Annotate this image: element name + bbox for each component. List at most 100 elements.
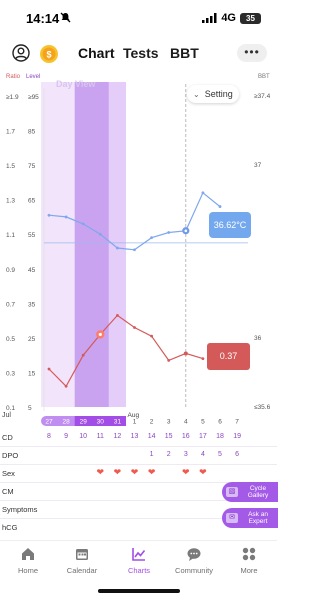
setting-button[interactable]: ⌄ Setting bbox=[187, 85, 239, 103]
bbt-data-point bbox=[81, 222, 85, 226]
dpo-cell: 6 bbox=[235, 451, 240, 458]
user-circle-icon[interactable] bbox=[12, 44, 30, 62]
nav-community-label: Community bbox=[175, 566, 213, 575]
level-tick-label: 15 bbox=[28, 370, 36, 377]
coin-icon[interactable]: $ bbox=[39, 44, 59, 64]
x-tick-label: 7 bbox=[235, 419, 239, 426]
row-label-symptoms: Symptoms bbox=[2, 505, 38, 514]
x-tick-label: 29 bbox=[80, 419, 88, 426]
battery-icon: 35 bbox=[240, 12, 261, 24]
ask-expert-button[interactable]: ✉ Ask an Expert bbox=[222, 508, 278, 528]
ratio-axis-title: Ratio bbox=[6, 74, 21, 80]
cd-cell: 16 bbox=[181, 433, 190, 440]
bbt-data-point bbox=[116, 246, 119, 250]
dpo-cell: 1 bbox=[149, 451, 154, 458]
top-nav: $ Chart Tests BBT ••• bbox=[0, 40, 277, 68]
nav-more[interactable]: More bbox=[226, 546, 272, 575]
fertility-chart: Ratio Level BBT Day View ≥1.9 1.7 1.5 1.3 1.… bbox=[2, 74, 271, 426]
cd-cell: 15 bbox=[164, 433, 173, 440]
dpo-cell: 3 bbox=[183, 451, 188, 458]
level-tick-label: 75 bbox=[28, 163, 36, 170]
ratio-data-point bbox=[47, 367, 51, 371]
x-tick-label: 27 bbox=[45, 419, 53, 426]
ratio-data-point bbox=[133, 326, 136, 329]
ratio-tick-label: 1.3 bbox=[6, 198, 15, 205]
nav-charts[interactable]: Charts bbox=[116, 546, 162, 575]
bbt-data-point bbox=[64, 215, 68, 219]
svg-text:$: $ bbox=[46, 50, 51, 60]
heart-icon: ❤ bbox=[130, 467, 139, 477]
x-tick-label: 28 bbox=[62, 419, 70, 426]
cycle-gallery-label: Cycle Gallery bbox=[247, 484, 269, 500]
x-tick-label: 4 bbox=[184, 419, 188, 426]
bbt-data-point bbox=[167, 231, 171, 234]
ask-expert-label: Ask an Expert bbox=[248, 510, 268, 526]
nav-calendar[interactable]: Calendar bbox=[59, 546, 105, 575]
bbt-data-point bbox=[47, 213, 51, 217]
calendar-icon bbox=[76, 549, 88, 560]
ratio-tick-label: 1.1 bbox=[6, 232, 15, 239]
heart-icon: ❤ bbox=[96, 467, 105, 477]
cd-cell: 19 bbox=[233, 433, 241, 440]
dpo-cell: 4 bbox=[200, 451, 205, 458]
heart-icon: ❤ bbox=[147, 467, 156, 477]
row-label-dpo: DPO bbox=[2, 451, 19, 460]
bbt-tick-label: ≥37.4 bbox=[254, 93, 271, 100]
nav-charts-label: Charts bbox=[127, 566, 151, 575]
tab-chart[interactable]: Chart bbox=[78, 45, 115, 61]
row-divider bbox=[0, 446, 277, 447]
heart-icon: ❤ bbox=[113, 467, 122, 477]
home-indicator bbox=[98, 589, 180, 593]
cycle-gallery-button[interactable]: ▧ Cycle Gallery bbox=[222, 482, 278, 502]
level-tick-label: ≥95 bbox=[28, 94, 39, 101]
ratio-data-point bbox=[64, 384, 68, 388]
tab-bbt[interactable]: BBT bbox=[170, 45, 199, 61]
level-axis-title: Level bbox=[26, 74, 40, 80]
cd-cell: 10 bbox=[79, 433, 88, 440]
fertile-window-band bbox=[74, 82, 109, 407]
nav-community[interactable]: Community bbox=[171, 546, 217, 575]
nav-home[interactable]: Home bbox=[5, 546, 51, 575]
cd-cell: 14 bbox=[147, 433, 156, 440]
selected-bbt-point-dot bbox=[184, 229, 188, 233]
ratio-data-point bbox=[116, 314, 119, 317]
level-tick-label: 45 bbox=[28, 267, 36, 274]
ratio-data-point bbox=[201, 357, 205, 361]
row-label-hcg: hCG bbox=[2, 523, 18, 532]
ratio-tick-label: 0.9 bbox=[6, 267, 15, 274]
ratio-tick-label: 0.5 bbox=[6, 336, 15, 343]
bbt-tick-label: 36 bbox=[254, 335, 262, 342]
grid-icon bbox=[242, 547, 256, 561]
community-icon bbox=[187, 548, 201, 561]
bbt-data-point bbox=[218, 205, 222, 208]
row-label-cm: CM bbox=[2, 487, 14, 496]
more-options-button[interactable]: ••• bbox=[237, 44, 267, 62]
bbt-data-point bbox=[150, 236, 154, 240]
chart-icon bbox=[132, 548, 146, 561]
bbt-data-point bbox=[133, 248, 136, 252]
chat-icon: ✉ bbox=[226, 513, 238, 523]
cd-cell: 12 bbox=[113, 433, 122, 440]
status-indicators: 4G 35 bbox=[202, 12, 261, 24]
chevron-down-icon: ⌄ bbox=[193, 89, 200, 99]
tab-tests[interactable]: Tests bbox=[123, 45, 159, 61]
signal-icon bbox=[202, 13, 217, 23]
ratio-data-point bbox=[81, 353, 85, 357]
temperature-callout: 36.62°C bbox=[209, 212, 251, 238]
dpo-cell: 5 bbox=[218, 451, 222, 458]
bell-slash-icon bbox=[60, 12, 71, 23]
ratio-callout: 0.37 bbox=[207, 343, 250, 370]
x-tick-label: 3 bbox=[167, 419, 171, 426]
ratio-tick-label: 1.5 bbox=[6, 163, 15, 170]
cycle-band bbox=[41, 82, 76, 407]
level-tick-label: 55 bbox=[28, 232, 36, 239]
x-tick-label: 30 bbox=[97, 419, 105, 426]
ratio-tick-label: 0.3 bbox=[6, 370, 15, 377]
level-tick-label: 5 bbox=[28, 405, 32, 412]
cd-cell: 9 bbox=[64, 433, 69, 440]
heart-icon: ❤ bbox=[182, 467, 190, 477]
bbt-data-point bbox=[98, 232, 102, 236]
nav-more-label: More bbox=[240, 566, 258, 575]
row-divider bbox=[0, 464, 277, 465]
ratio-tick-label: 1.7 bbox=[6, 129, 15, 136]
